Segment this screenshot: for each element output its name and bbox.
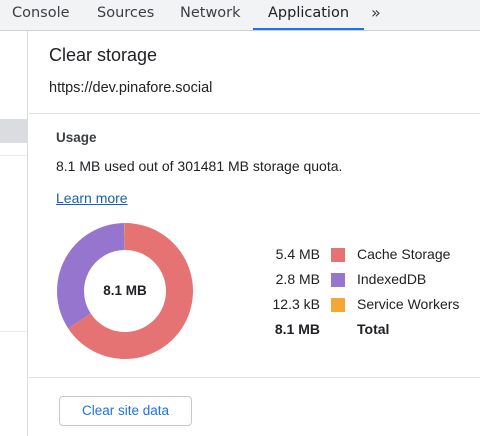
legend-total-size: 8.1 MB (274, 321, 320, 337)
legend-row: 5.4 MB Cache Storage (254, 244, 480, 269)
devtools-tab-bar: Console Sources Network Application » (0, 0, 480, 31)
legend-swatch (331, 298, 345, 312)
legend-size: 5.4 MB (275, 246, 320, 262)
legend-size: 12.3 kB (272, 296, 320, 312)
quota-text: 8.1 MB used out of 301481 MB storage quo… (56, 158, 343, 174)
legend-name: Service Workers (357, 296, 460, 312)
legend-size: 2.8 MB (275, 271, 320, 287)
legend-total-label: Total (357, 321, 390, 337)
origin-url: https://dev.pinafore.social (49, 80, 213, 96)
tab-console[interactable]: Console (12, 0, 70, 30)
learn-more-link[interactable]: Learn more (56, 190, 128, 206)
legend-row: 2.8 MB IndexedDB (254, 269, 480, 294)
tab-application[interactable]: Application (253, 0, 365, 30)
legend-swatch (331, 248, 345, 262)
usage-legend: 5.4 MB Cache Storage 2.8 MB IndexedDB 12… (254, 244, 480, 344)
clear-site-data-button[interactable]: Clear site data (59, 396, 192, 426)
legend-total-row: 8.1 MB Total (254, 319, 480, 344)
legend-row: 12.3 kB Service Workers (254, 294, 480, 319)
sidebar-divider (0, 331, 27, 332)
sidebar-divider (0, 155, 27, 156)
sidebar-selected-item[interactable] (0, 119, 27, 143)
legend-swatch (331, 273, 345, 287)
section-divider (29, 113, 480, 114)
section-divider (29, 377, 480, 378)
donut-slice-indexeddb (56, 223, 125, 329)
usage-heading: Usage (56, 130, 97, 145)
legend-name: IndexedDB (357, 271, 427, 287)
application-sidebar (0, 31, 28, 436)
donut-total-label: 8.1 MB (103, 283, 147, 298)
clear-storage-panel: Clear storage https://dev.pinafore.socia… (29, 31, 480, 436)
tab-network[interactable]: Network (180, 0, 241, 30)
page-title: Clear storage (49, 45, 158, 65)
more-tabs-icon[interactable]: » (371, 0, 381, 30)
tab-sources[interactable]: Sources (97, 0, 154, 30)
legend-name: Cache Storage (357, 246, 451, 262)
